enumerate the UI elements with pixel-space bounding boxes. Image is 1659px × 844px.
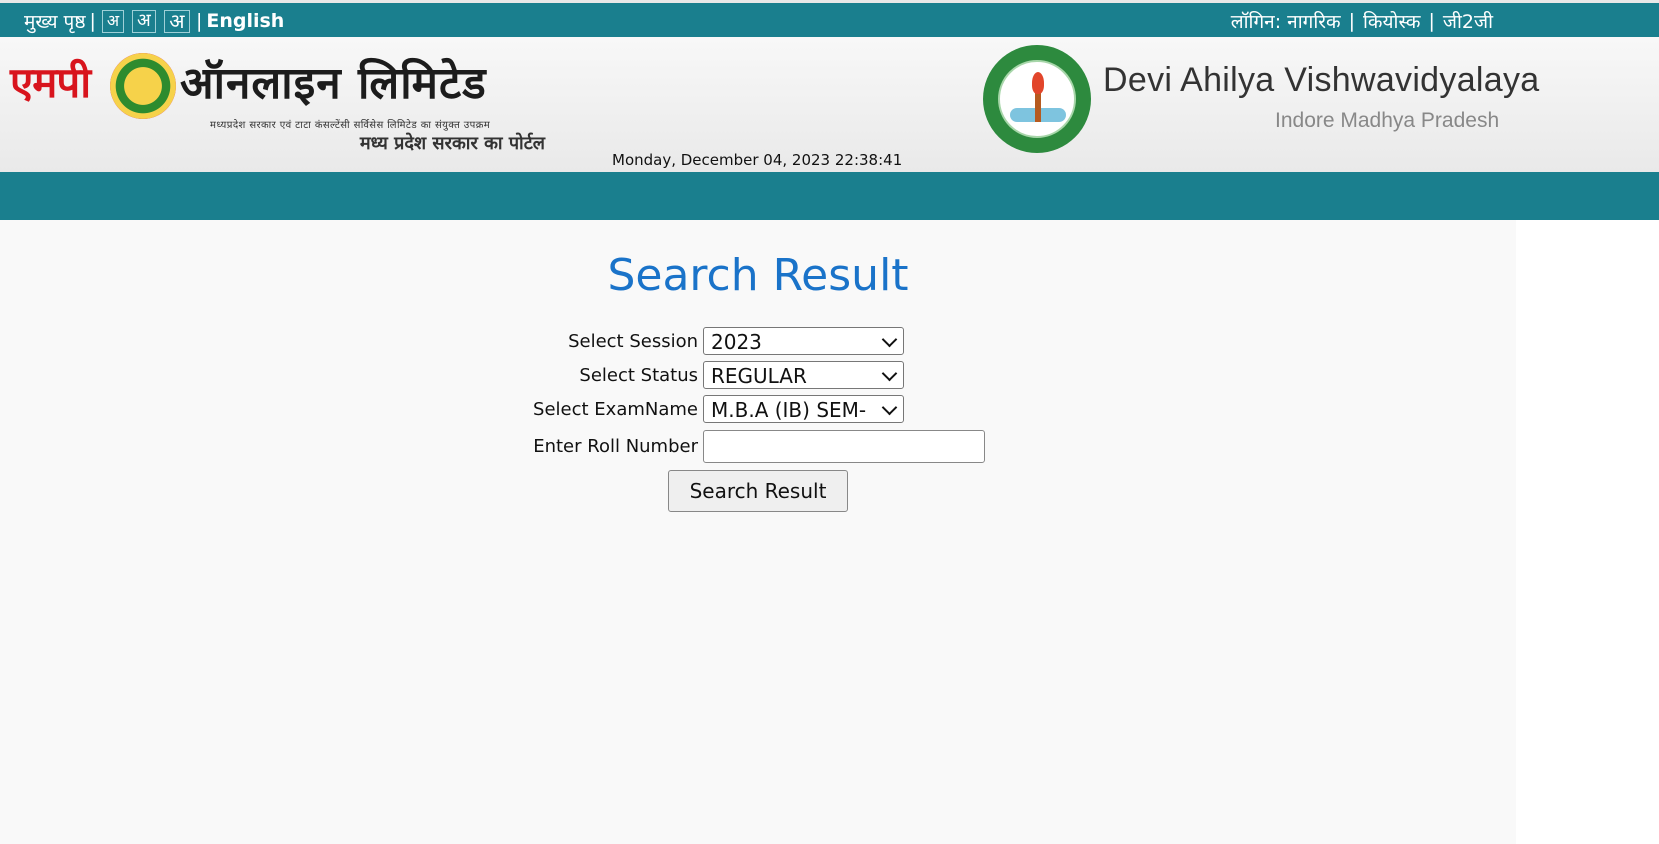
top-right-links: लॉगिन: नागरिक | कियोस्क | जी2जी (1231, 8, 1493, 34)
university-location: Indore Madhya Pradesh (1275, 109, 1500, 132)
nav-bar (0, 172, 1659, 220)
mp-logo-portal-text: मध्य प्रदेश सरकार का पोर्टल (359, 133, 545, 154)
kiosk-link[interactable]: कियोस्क (1363, 8, 1420, 34)
font-large-button[interactable]: अ (163, 9, 190, 33)
separator: | (89, 10, 96, 32)
session-label: Select Session (568, 331, 698, 352)
chevron-down-icon (881, 365, 898, 382)
mp-emblem-icon (110, 53, 176, 119)
mp-logo-word: एमपी (10, 58, 91, 107)
seal-inner (998, 60, 1076, 138)
roll-row: Enter Roll Number (0, 430, 1516, 463)
roll-number-label: Enter Roll Number (533, 436, 698, 457)
chevron-down-icon (881, 331, 898, 348)
main-content: Search Result Select Session 2023 Select… (0, 220, 1516, 844)
status-select[interactable]: REGULAR (703, 361, 904, 389)
status-label: Select Status (579, 365, 698, 386)
g2g-link[interactable]: जी2जी (1443, 8, 1493, 34)
font-small-button[interactable]: अ (101, 9, 124, 33)
search-result-button[interactable]: Search Result (668, 470, 848, 512)
exam-selected-value: M.B.A (IB) SEM- (711, 398, 867, 422)
page-title: Search Result (607, 250, 909, 301)
seal-flame (1032, 72, 1044, 94)
status-row: Select Status REGULAR (0, 361, 1516, 389)
chevron-down-icon (881, 399, 898, 416)
citizen-login-link[interactable]: लॉगिन: नागरिक (1231, 8, 1341, 34)
mp-logo-online-word: ऑनलाइन लिमिटेड (180, 58, 487, 109)
separator: | (195, 10, 203, 32)
exam-row: Select ExamName M.B.A (IB) SEM- (0, 395, 1516, 423)
home-link[interactable]: मुख्य पृष्ठ (24, 8, 86, 34)
current-datetime: Monday, December 04, 2023 22:38:41 (612, 151, 903, 169)
session-select[interactable]: 2023 (703, 327, 904, 355)
top-left-links: मुख्य पृष्ठ | अ अ अ | English (24, 8, 284, 34)
session-row: Select Session 2023 (0, 327, 1516, 355)
top-utility-bar: मुख्य पृष्ठ | अ अ अ | English लॉगिन: नाग… (0, 0, 1659, 37)
separator: | (1348, 10, 1356, 32)
status-selected-value: REGULAR (711, 364, 807, 388)
english-link[interactable]: English (206, 10, 284, 32)
separator: | (1428, 10, 1435, 32)
site-header: एमपी ऑनलाइन लिमिटेड मध्यप्रदेश सरकार एवं… (0, 37, 1659, 172)
exam-name-select[interactable]: M.B.A (IB) SEM- (703, 395, 904, 423)
session-selected-value: 2023 (711, 330, 762, 354)
font-medium-button[interactable]: अ (131, 9, 156, 33)
mp-online-logo[interactable]: एमपी ऑनलाइन लिमिटेड मध्यप्रदेश सरकार एवं… (10, 53, 545, 158)
exam-name-label: Select ExamName (533, 399, 698, 420)
roll-number-input[interactable] (703, 430, 985, 463)
mp-logo-tagline: मध्यप्रदेश सरकार एवं टाटा कंसल्टेंसी सर्… (210, 120, 491, 131)
university-seal-icon (983, 45, 1091, 153)
seal-torch (1035, 92, 1041, 122)
university-name: Devi Ahilya Vishwavidyalaya (1103, 61, 1540, 99)
